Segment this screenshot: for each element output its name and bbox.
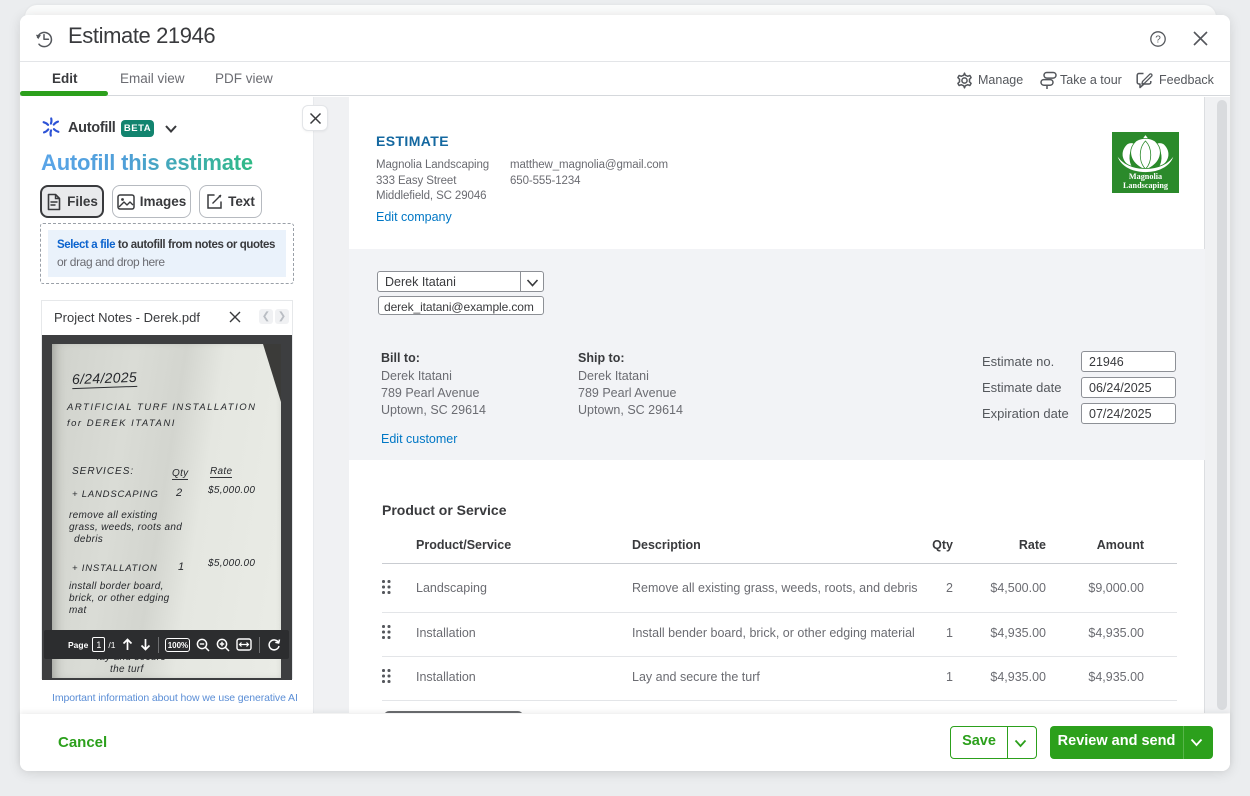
svg-text:Landscaping: Landscaping <box>1123 181 1169 190</box>
svg-text:?: ? <box>1155 35 1161 46</box>
svg-text:Magnolia: Magnolia <box>1129 172 1162 181</box>
